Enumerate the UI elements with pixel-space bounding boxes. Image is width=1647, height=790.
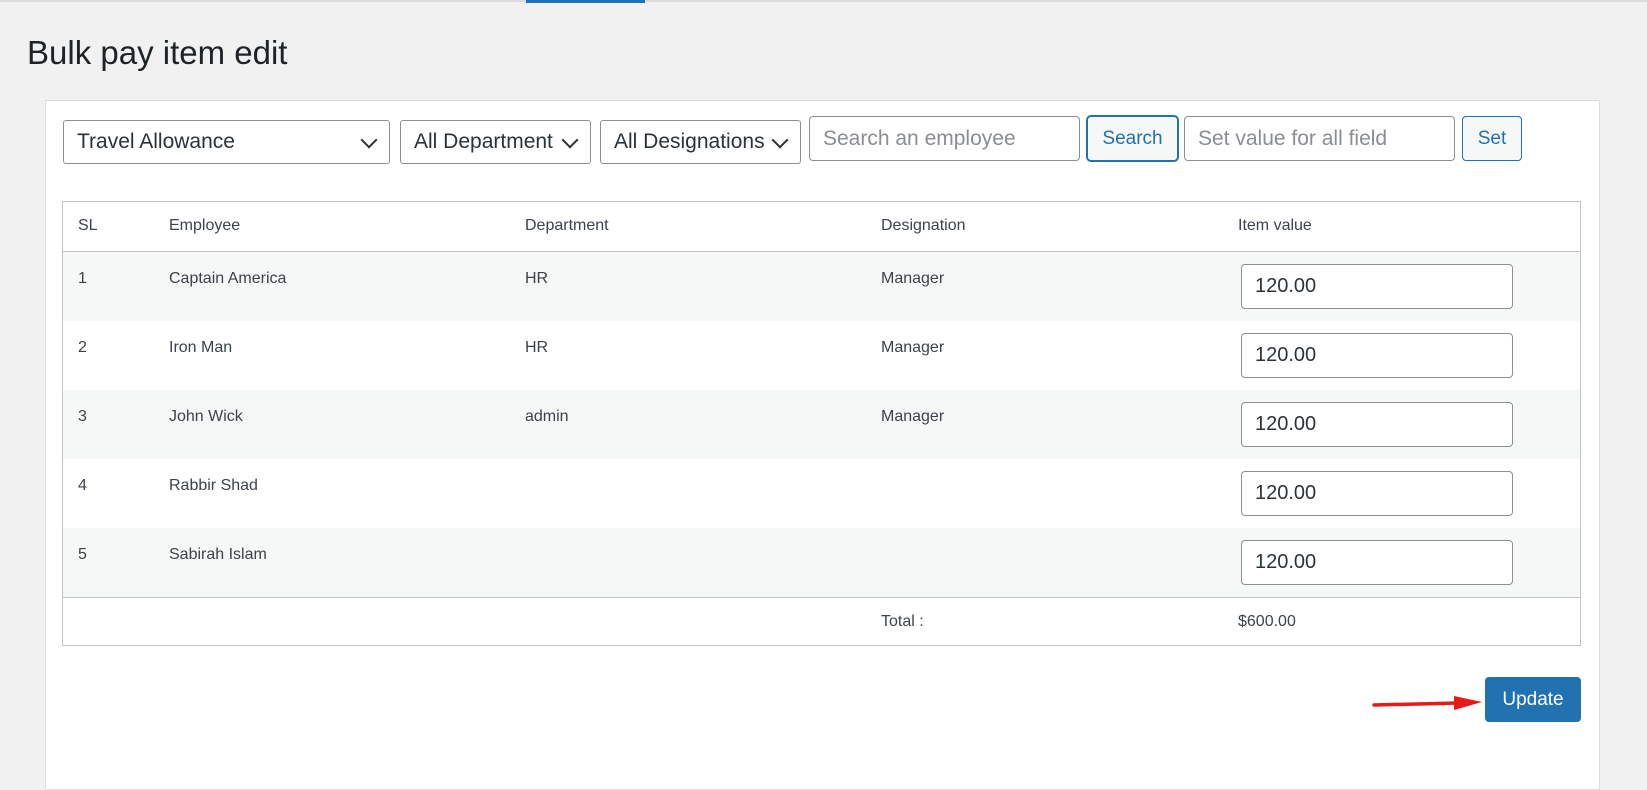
chevron-down-icon (360, 131, 378, 149)
active-tab-indicator (526, 0, 645, 3)
update-button[interactable]: Update (1485, 677, 1581, 722)
cell-designation: Manager (881, 339, 945, 356)
cell-sl: 5 (78, 546, 87, 563)
header-employee: Employee (169, 217, 241, 234)
cell-department: HR (525, 270, 549, 287)
department-select[interactable]: All Department (400, 120, 591, 164)
cell-department: admin (525, 408, 569, 425)
table-row: 4 Rabbir Shad (63, 459, 1580, 528)
set-button[interactable]: Set (1462, 116, 1522, 161)
chevron-down-icon (771, 131, 789, 149)
table-footer: Total : $600.00 (63, 597, 1580, 645)
cell-employee: Captain America (169, 270, 287, 287)
item-value-input[interactable] (1241, 333, 1513, 378)
table-row: 1 Captain America HR Manager (63, 252, 1580, 321)
header-item-value: Item value (1238, 217, 1312, 234)
table-row: 2 Iron Man HR Manager (63, 321, 1580, 390)
set-all-value-input[interactable] (1184, 116, 1455, 161)
chevron-down-icon (561, 131, 579, 149)
page-title: Bulk pay item edit (27, 34, 288, 71)
designation-select-value: All Designations (614, 130, 765, 153)
search-button[interactable]: Search (1087, 116, 1178, 161)
cell-sl: 2 (78, 339, 87, 356)
cell-employee: Iron Man (169, 339, 233, 356)
total-label: Total : (881, 613, 924, 630)
employee-search-input[interactable] (809, 116, 1080, 161)
table-row: 5 Sabirah Islam (63, 528, 1580, 597)
item-value-input[interactable] (1241, 264, 1513, 309)
item-value-input[interactable] (1241, 540, 1513, 585)
department-select-value: All Department (414, 130, 553, 153)
header-designation: Designation (881, 217, 966, 234)
item-value-input[interactable] (1241, 471, 1513, 516)
item-value-input[interactable] (1241, 402, 1513, 447)
cell-designation: Manager (881, 270, 945, 287)
red-arrow-icon (1372, 696, 1482, 710)
cell-sl: 3 (78, 408, 87, 425)
cell-designation: Manager (881, 408, 945, 425)
pay-item-select[interactable]: Travel Allowance (63, 120, 390, 164)
table-row: 3 John Wick admin Manager (63, 390, 1580, 459)
cell-sl: 1 (78, 270, 87, 287)
cell-department: HR (525, 339, 549, 356)
top-border (0, 0, 1647, 2)
pay-items-table: SL Employee Department Designation Item … (62, 201, 1581, 646)
cell-employee: Rabbir Shad (169, 477, 258, 494)
cell-employee: John Wick (169, 408, 243, 425)
designation-select[interactable]: All Designations (600, 120, 801, 164)
cell-employee: Sabirah Islam (169, 546, 267, 563)
header-department: Department (525, 217, 609, 234)
table-header: SL Employee Department Designation Item … (63, 202, 1580, 252)
cell-sl: 4 (78, 477, 87, 494)
total-value: $600.00 (1238, 613, 1296, 630)
pay-item-select-value: Travel Allowance (77, 130, 235, 153)
header-sl: SL (78, 217, 98, 234)
